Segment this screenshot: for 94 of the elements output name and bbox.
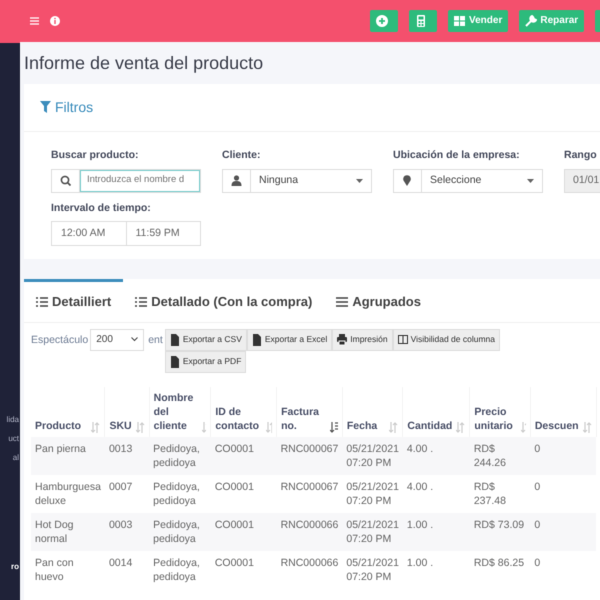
table-cell: RD$ 86.25 (470, 550, 530, 589)
person-icon (231, 175, 242, 186)
filter-title: Filtros (55, 98, 94, 117)
table-cell: Pan con huevo (31, 550, 105, 589)
table-cell: 0007 (104, 474, 150, 513)
map-pin-icon (402, 175, 413, 186)
field-label: Ubicación de la empresa: (393, 148, 521, 163)
table-cell: 1.00 . (402, 550, 470, 589)
export-button[interactable]: Visibilidad de columna (392, 328, 500, 351)
table-cell: 0 (530, 474, 596, 513)
caret-icon (131, 337, 138, 342)
table-cell: RD$ 73.09 (470, 512, 530, 551)
wrench-icon (525, 14, 538, 27)
sidebar-item[interactable]: al (0, 448, 20, 467)
invoice-link[interactable]: RNC000066 (276, 550, 342, 589)
sort-icon (266, 422, 272, 433)
field-label: Rango (564, 148, 598, 163)
table-cell: CO0001 (210, 550, 277, 589)
table-cell: Pan pierna (31, 436, 105, 475)
sidebar-item[interactable]: lida (0, 410, 20, 429)
sort-icon (202, 422, 206, 433)
export-button[interactable]: Impresión (332, 328, 393, 351)
select-field[interactable]: Ninguna (222, 168, 372, 193)
file-icon (170, 356, 180, 368)
table-cell: 0014 (104, 550, 150, 589)
select-field[interactable]: Seleccione (393, 168, 543, 193)
sort-icon (520, 422, 526, 433)
field-label: Cliente: (222, 148, 262, 163)
list-icon (36, 297, 48, 308)
sidebar-item[interactable]: uct (0, 429, 20, 448)
search-icon (60, 175, 71, 186)
table-cell: Pedidoya, pedidoya (149, 550, 211, 589)
table-cell: 0003 (104, 512, 150, 551)
export-button[interactable]: Exportar a PDF (164, 350, 246, 373)
file-icon (170, 334, 180, 346)
table-cell: 05/21/2021 07:20 PM (342, 550, 403, 589)
search-field[interactable]: Introduzca el nombre d (51, 168, 201, 193)
table-cell: CO0001 (210, 512, 277, 551)
sort-icon (456, 422, 466, 433)
page-title: Informe de venta del producto (24, 52, 264, 74)
field-label: Buscar producto: (51, 148, 140, 163)
length-label-suffix: ent (148, 332, 163, 348)
length-label: Espectáculo (31, 332, 88, 348)
columns-icon (398, 334, 408, 346)
info-icon[interactable] (50, 16, 60, 26)
tab[interactable]: Detallado (Con la compra) (123, 279, 324, 322)
table-cell: 4.00 . (402, 436, 470, 475)
table-cell: Pedidoya, pedidoya (149, 436, 211, 475)
menu-icon[interactable] (30, 16, 39, 25)
table-cell: 05/21/2021 07:20 PM (342, 512, 403, 551)
date-field[interactable]: 01/01 (564, 168, 600, 193)
tab[interactable]: Agrupados (324, 279, 433, 322)
table-cell: RD$ 237.48 (470, 474, 530, 513)
table-cell: Pedidoya, pedidoya (149, 474, 211, 513)
grid-icon (454, 14, 466, 27)
icon-button[interactable] (370, 10, 398, 32)
export-button[interactable]: Exportar a CSV (164, 328, 247, 351)
plus-circle-icon (376, 14, 388, 27)
sidebar-item[interactable]: ro (0, 557, 20, 576)
table-cell: 0013 (104, 436, 150, 475)
table-cell: CO0001 (210, 474, 277, 513)
sort-icon (91, 422, 100, 433)
length-select[interactable]: 200 (90, 328, 144, 351)
list-icon (135, 297, 148, 308)
table-cell: 0 (530, 436, 596, 475)
table-cell: CO0001 (210, 436, 277, 475)
caret-icon (527, 178, 534, 183)
tab[interactable]: Detailliert (24, 279, 124, 322)
invoice-link[interactable]: RNC000067 (276, 474, 342, 513)
table-cell: 4.00 . (402, 474, 470, 513)
table-cell: 0 (530, 550, 596, 589)
export-button[interactable]: Exportar a Excel (246, 328, 332, 351)
printer-icon (337, 334, 348, 346)
sort-icon (136, 422, 145, 433)
filter-icon (40, 101, 51, 114)
sort-icon (582, 422, 592, 433)
invoice-link[interactable]: RNC000067 (276, 436, 342, 475)
table-cell: RD$ 244.26 (470, 436, 530, 475)
caret-icon (356, 178, 363, 183)
table-cell: 0 (530, 512, 596, 551)
sort-desc-icon (330, 422, 338, 433)
invoice-link[interactable]: RNC000066 (276, 512, 342, 551)
table-cell: 05/21/2021 07:20 PM (342, 474, 403, 513)
menu-icon (336, 297, 348, 308)
table-cell: Hamburguesa deluxe (31, 474, 105, 513)
table-cell: 05/21/2021 07:20 PM (342, 436, 403, 475)
table-cell: 1.00 . (402, 512, 470, 551)
field-label: Intervalo de tiempo: (51, 200, 152, 216)
sort-icon (389, 422, 398, 433)
file-icon (252, 334, 262, 346)
table-cell: Pedidoya, pedidoya (149, 512, 211, 551)
calculator-icon (415, 14, 427, 27)
icon-button[interactable] (409, 10, 437, 32)
table-cell: Hot Dog normal (31, 512, 105, 551)
